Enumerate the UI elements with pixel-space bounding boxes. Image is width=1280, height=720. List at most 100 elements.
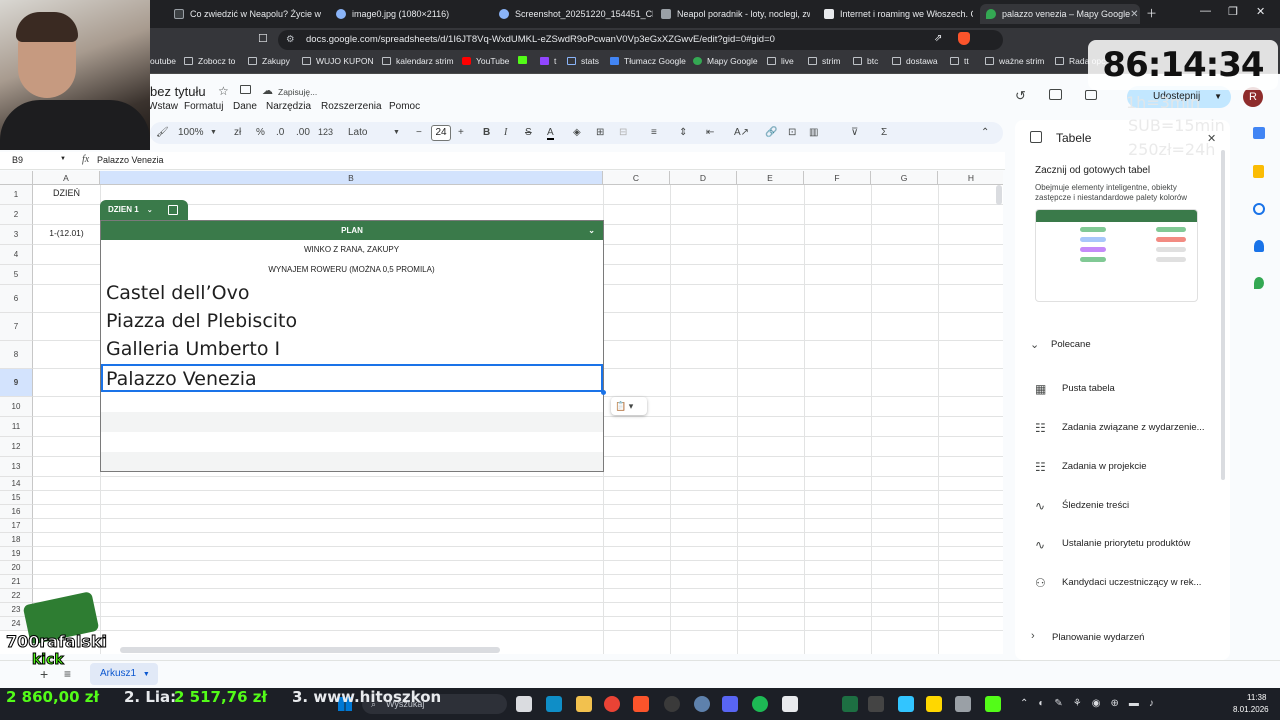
selected-cell-b9[interactable]: Palazzo Venezia [101,364,603,392]
decrease-font-size-button[interactable]: − [416,127,422,138]
row-header[interactable]: 3 [0,225,33,245]
insert-chart-icon[interactable]: ▥ [809,127,818,138]
decrease-decimal-button[interactable]: .0 [276,127,284,138]
url-field[interactable]: ⚙ docs.google.com/spreadsheets/d/1I6JT8V… [278,30,1003,50]
menu-data[interactable]: Dane [233,101,257,112]
browser-tab[interactable]: Screenshot_20251220_154451_Chron [493,4,653,24]
keep-icon[interactable] [1253,165,1264,178]
app-icon[interactable] [985,696,1001,712]
row-header[interactable]: 17 [0,519,33,533]
percent-format-button[interactable]: % [256,127,265,138]
text-rotation-icon[interactable]: A↗ [734,127,749,138]
cell-b8[interactable]: Galleria Umberto I [106,338,280,360]
row-header[interactable]: 7 [0,313,33,341]
bookmark-item[interactable]: ważne strim [985,56,1044,66]
contacts-icon[interactable] [1254,240,1264,252]
brave-icon[interactable] [633,696,649,712]
template-product-priority[interactable]: Ustalanie priorytetu produktów [1062,538,1190,549]
fill-handle[interactable] [601,390,606,395]
font-size-input[interactable]: 24 [431,125,451,141]
row-header[interactable]: 10 [0,397,33,417]
name-box[interactable]: B9 [12,155,23,165]
row-header[interactable]: 1 [0,185,33,205]
close-tab-icon[interactable]: ✕ [1130,9,1138,20]
select-all-corner[interactable] [0,171,33,185]
browser-tab[interactable]: Co zwiedzić w Neapolu? Życie w pod [168,4,323,24]
cell-b5[interactable]: WYNAJEM ROWERU (MOŻNA 0,5 PROMILA) [100,265,603,274]
row-header[interactable]: 8 [0,341,33,369]
template-content-tracking[interactable]: Śledzenie treści [1062,500,1129,511]
row-header[interactable]: 20 [0,561,33,575]
app-icon[interactable] [898,696,914,712]
table-templates-preview[interactable] [1035,209,1198,302]
avatar[interactable]: R [1243,87,1263,107]
row-header[interactable]: 11 [0,417,33,437]
paste-options-button[interactable]: 📋 ▾ [611,397,647,415]
clock-date[interactable]: 8.01.2026 [1233,705,1269,714]
fill-color-icon[interactable]: ◈ [573,127,581,138]
text-color-button[interactable]: A [547,127,554,140]
align-left-icon[interactable]: ≡ [651,127,657,138]
column-header-h[interactable]: H [938,171,1003,185]
spreadsheet-grid[interactable]: A B C D E F G H 1 2 3 4 5 6 7 8 9 10 11 12 13 14 15 16 1… [0,171,1003,654]
link-icon[interactable]: 🔗 [765,127,777,138]
menu-tools[interactable]: Narzędzia [266,101,311,112]
column-header-d[interactable]: D [670,171,737,185]
new-tab-icon[interactable]: ＋ [1146,5,1157,21]
app-icon[interactable] [782,696,798,712]
bold-button[interactable]: B [483,127,490,138]
maps-icon[interactable] [1254,277,1264,289]
insert-comment-icon[interactable]: ⊡ [788,127,796,138]
edge-icon[interactable] [546,696,562,712]
vertical-align-icon[interactable]: ⇕ [679,127,687,138]
row-header[interactable]: 2 [0,205,33,225]
table-name-chip[interactable]: DZIEN 1 ⌄ [100,200,188,220]
chevron-right-icon[interactable]: › [1031,630,1035,642]
zoom-select[interactable]: 100% [178,127,204,138]
discord-icon[interactable] [722,696,738,712]
section-event-planning[interactable]: Planowanie wydarzeń [1052,632,1144,643]
italic-button[interactable]: I [504,127,507,138]
menu-extensions[interactable]: Rozszerzenia [321,101,382,112]
app-icon[interactable] [955,696,971,712]
explorer-icon[interactable] [576,696,592,712]
column-header-g[interactable]: G [871,171,938,185]
row-header[interactable]: 15 [0,491,33,505]
cell-a1[interactable]: DZIEŃ [33,188,100,198]
row-header[interactable]: 13 [0,457,33,477]
panel-scrollbar[interactable] [1221,150,1225,480]
bookmark-item[interactable]: Zakupy [248,56,290,66]
browser-tab[interactable]: Neapol poradnik - loty, noclegi, zwie [655,4,810,24]
app-icon[interactable] [694,696,710,712]
chevron-down-icon[interactable]: ⌄ [1030,338,1039,351]
bookmark-item[interactable]: dostawa [892,56,938,66]
strikethrough-button[interactable]: S [525,127,532,138]
task-view-icon[interactable] [516,696,532,712]
table-menu-icon[interactable] [168,205,178,215]
chrome-icon[interactable] [604,696,620,712]
cell-b4[interactable]: WINKO Z RANA, ZAKUPY [100,245,603,254]
paint-format-icon[interactable]: 🖌 [156,127,169,138]
browser-tab[interactable]: image0.jpg (1080×2116) [330,4,490,24]
obs-icon[interactable] [664,696,680,712]
sheets-apps-icon[interactable] [1253,127,1265,139]
template-project-tasks[interactable]: Zadania w projekcie [1062,461,1147,472]
table-header-row[interactable]: PLAN ⌄ [101,221,603,240]
number-format-button[interactable]: 123 [318,127,333,137]
app-icon[interactable] [926,696,942,712]
row-header[interactable]: 5 [0,265,33,285]
increase-font-size-button[interactable]: + [458,127,464,138]
excel-icon[interactable] [842,696,858,712]
column-header-b[interactable]: B [100,171,603,185]
cell-b7[interactable]: Piazza del Plebiscito [106,310,297,332]
cell-b6[interactable]: Castel dell’Ovo [106,282,249,304]
bookmark-item[interactable]: btc [853,56,878,66]
browser-tab-active[interactable]: palazzo venezia – Mapy Google ✕ [980,4,1140,24]
row-header[interactable]: 9 [0,369,33,397]
row-header[interactable]: 16 [0,505,33,519]
template-empty-table[interactable]: Pusta tabela [1062,383,1115,394]
row-header[interactable]: 6 [0,285,33,313]
text-wrap-icon[interactable]: ⇤ [706,127,714,138]
row-header[interactable]: 4 [0,245,33,265]
bookmark-item[interactable]: kalendarz strim [382,56,454,66]
